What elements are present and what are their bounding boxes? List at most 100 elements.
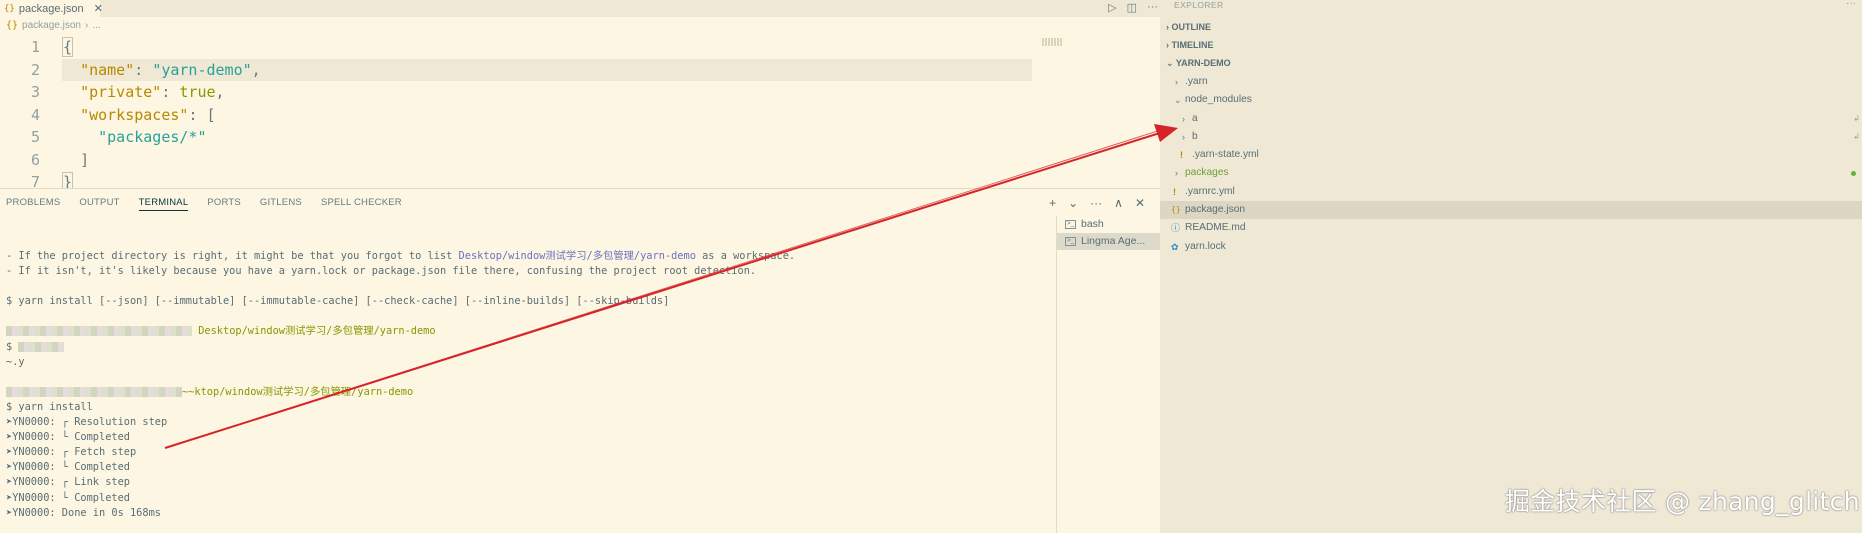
tree-item-yarn[interactable]: › .yarn [1160,73,1862,91]
breadcrumb-separator-icon: › [84,20,89,31]
tree-item-yarn-lock[interactable]: ✿ yarn.lock [1160,238,1862,256]
section-outline[interactable]: › OUTLINE [1160,18,1862,36]
code-editor[interactable]: 1 { 2 "name": "yarn-demo", 3 "private": … [0,36,1160,194]
more-actions-icon[interactable]: ··· [1090,196,1102,210]
close-panel-icon[interactable]: ✕ [1135,196,1145,210]
tab-label: package.json [18,2,84,15]
code-line: 5 "packages/*" [0,126,1160,149]
tab-problems[interactable]: PROBLEMS [6,197,60,211]
terminal-line: ➤YN0000: Done in 0s 168ms [6,506,161,519]
terminal-line: ➤YN0000: ┌ Resolution step [6,416,168,429]
split-editor-icon[interactable]: ◫ [1127,1,1137,14]
brace-open: { [62,37,74,57]
git-modified-dot [1851,171,1856,177]
chevron-down-icon: ⌄ [1174,95,1182,106]
terminal-line: ➤YN0000: └ Completed [6,431,130,444]
yarn-icon: ✿ [1171,241,1179,252]
editor-area: {} package.json ✕ ▷ ◫ ··· {} package.jso… [0,0,1160,192]
chevron-down-icon[interactable]: ⌄ [1068,196,1078,210]
yaml-file-icon: ! [1173,186,1176,197]
terminal-prompt: Desktop/window测试学习/多包管理/yarn-demo [6,324,1046,339]
json-boolean: true [179,83,216,101]
chevron-right-icon: › [1166,40,1169,50]
tab-terminal[interactable]: TERMINAL [138,197,189,211]
chevron-right-icon: › [1182,113,1185,124]
tree-item-b[interactable]: › b ↲ [1160,128,1862,146]
tree-item-yarnrc[interactable]: ! .yarnrc.yml [1160,183,1862,201]
tab-output[interactable]: OUTPUT [79,197,119,211]
chevron-right-icon: › [1166,22,1169,32]
line-number: 3 [30,83,40,101]
editor-tab-bar: {} package.json ✕ ▷ ◫ ··· [0,0,1160,17]
more-actions-icon[interactable]: ··· [1147,1,1158,14]
json-file-icon: {} [6,20,19,31]
section-timeline[interactable]: › TIMELINE [1160,36,1862,54]
run-icon[interactable]: ▷ [1108,1,1116,14]
tree-item-readme[interactable]: ⓘ README.md [1160,219,1862,237]
code-line: 3 "private": true, [0,81,1160,104]
line-number: 4 [30,105,40,124]
close-icon[interactable]: ✕ [94,2,103,15]
blurred-text [6,386,182,397]
json-key: "name" [80,60,135,79]
tree-item-packages[interactable]: › packages [1160,164,1862,182]
tab-gitlens[interactable]: GITLENS [260,197,302,211]
editor-actions: ▷ ◫ ··· [1108,1,1158,14]
terminal-path: Desktop/window测试学习/多包管理/yarn-demo [198,325,436,338]
line-number: 5 [30,128,40,146]
tree-item-package-json[interactable]: {} package.json [1160,201,1862,220]
section-yarn-demo[interactable]: ⌄ YARN-DEMO [1160,54,1862,72]
tree-item-a[interactable]: › a ↲ [1160,110,1862,128]
terminal-output[interactable]: - If the project directory is right, it … [6,249,1046,521]
json-string: "yarn-demo" [152,60,252,79]
tab-package-json[interactable]: {} package.json ✕ [0,0,103,17]
line-number: 6 [30,150,40,169]
tree-item-yarn-state[interactable]: ! .yarn-state.yml [1160,146,1862,164]
tree-item-node-modules[interactable]: ⌄ node_modules [1160,91,1862,109]
terminal-line: $ [6,340,1046,355]
terminal-icon: >_ [1065,237,1076,246]
blurred-text [6,326,192,337]
terminal-link[interactable]: Desktop/window测试学习/多包管理/yarn-demo [459,250,696,262]
code-line: 4 "workspaces": [ [0,104,1160,127]
maximize-panel-icon[interactable]: ∧ [1114,196,1123,210]
tab-ports[interactable]: PORTS [207,197,241,211]
terminal-item-bash[interactable]: >_ bash [1057,216,1160,233]
terminal-command: $ yarn install [6,400,93,413]
code-line: 1 { [0,36,1160,59]
line-number: 2 [30,60,40,79]
file-tree: › .yarn ⌄ node_modules › a ↲ › b ↲ ! .ya… [1160,73,1862,256]
json-key: "workspaces" [80,105,189,124]
link-icon: ↲ [1853,113,1860,123]
terminal-line: ➤YN0000: ┌ Link step [6,476,130,489]
code-line-active: 2 "name": "yarn-demo", [0,58,1160,81]
breadcrumb: {} package.json › ... [6,20,101,31]
chevron-right-icon: › [1182,131,1185,142]
terminal-prompt: ~~ktop/window测试学习/多包管理/yarn-demo [6,385,1046,400]
breadcrumb-more[interactable]: ... [92,20,100,31]
more-actions-icon[interactable]: ··· [1846,0,1856,9]
json-string: "packages/*" [98,128,207,146]
line-number: 1 [30,38,40,56]
code-line: 6 ] [0,149,1160,172]
yaml-file-icon: ! [1180,150,1183,161]
terminal-item-lingma[interactable]: >_ Lingma Age... [1057,233,1160,250]
terminal-line: ~.y [6,355,25,368]
terminal-line: - If the project directory is right, it … [6,250,796,262]
tab-spell-checker[interactable]: SPELL CHECKER [321,197,402,211]
link-icon: ↲ [1853,131,1860,141]
terminal-line: ➤YN0000: └ Completed [6,461,130,474]
panel-actions: + ⌄ ··· ∧ ✕ [1049,196,1145,210]
terminal-list: >_ bash >_ Lingma Age... [1056,216,1160,533]
json-file-icon: {} [1171,205,1181,215]
terminal-line: $ yarn install [--json] [--immutable] [-… [6,295,670,308]
breadcrumb-file[interactable]: package.json [22,20,81,31]
new-terminal-icon[interactable]: + [1049,196,1056,210]
bracket-close: ] [80,150,90,169]
panel-tabs: PROBLEMS OUTPUT TERMINAL PORTS GITLENS S… [6,197,421,211]
terminal-line: - If it isn't, it's likely because you h… [6,265,757,278]
explorer-title: EXPLORER [1174,0,1224,10]
